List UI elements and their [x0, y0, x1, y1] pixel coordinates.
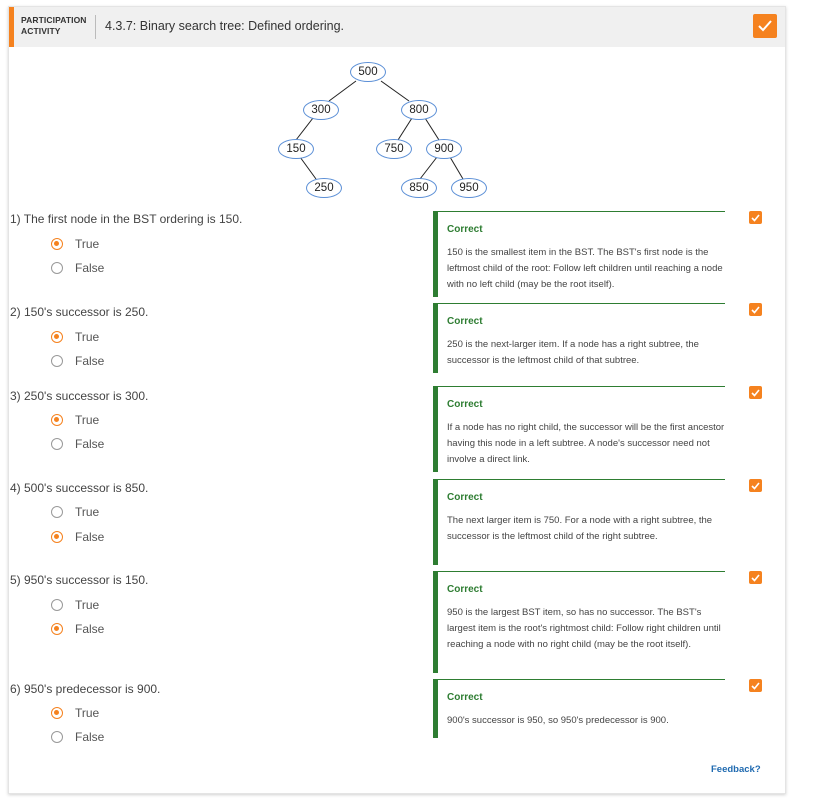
- feedback-text: 900's successor is 950, so 950's predece…: [447, 715, 669, 726]
- feedback-title: Correct: [447, 492, 483, 503]
- radio-button[interactable]: [51, 707, 63, 719]
- radio-button[interactable]: [51, 238, 63, 250]
- radio-button[interactable]: [51, 331, 63, 343]
- tree-node: 150: [278, 139, 314, 159]
- option-label: True: [75, 413, 100, 427]
- tree-node: 800: [401, 100, 437, 120]
- question-complete-check-icon: [749, 479, 762, 492]
- option-label: True: [75, 330, 100, 344]
- feedback-panel: Correct 150 is the smallest item in the …: [433, 211, 725, 297]
- question-label: 5) 950's successor is 150.: [10, 573, 149, 587]
- question-label: 3) 250's successor is 300.: [10, 389, 149, 403]
- radio-button[interactable]: [51, 506, 63, 518]
- feedback-panel: Correct If a node has no right child, th…: [433, 386, 725, 472]
- question-complete-check-icon: [749, 211, 762, 224]
- option-label: True: [75, 505, 100, 519]
- feedback-title: Correct: [447, 399, 483, 410]
- feedback-link[interactable]: Feedback?: [711, 764, 761, 775]
- option-label: True: [75, 706, 100, 720]
- question-complete-check-icon: [749, 679, 762, 692]
- tree-node: 250: [306, 178, 342, 198]
- radio-button[interactable]: [51, 355, 63, 367]
- question-label: 2) 150's successor is 250.: [10, 305, 149, 319]
- tree-node: 850: [401, 178, 437, 198]
- feedback-title: Correct: [447, 584, 483, 595]
- feedback-panel: Correct The next larger item is 750. For…: [433, 479, 725, 565]
- option-label: False: [75, 354, 105, 368]
- tree-node: 500: [350, 62, 386, 82]
- feedback-title: Correct: [447, 224, 483, 235]
- feedback-title: Correct: [447, 316, 483, 327]
- radio-button[interactable]: [51, 731, 63, 743]
- option-label: True: [75, 598, 100, 612]
- tree-node: 950: [451, 178, 487, 198]
- tree-node: 750: [376, 139, 412, 159]
- radio-button[interactable]: [51, 531, 63, 543]
- option-label: True: [75, 237, 100, 251]
- tree-node: 900: [426, 139, 462, 159]
- radio-button[interactable]: [51, 623, 63, 635]
- feedback-panel: Correct 950 is the largest BST item, so …: [433, 571, 725, 673]
- feedback-title: Correct: [447, 692, 483, 703]
- feedback-text: 950 is the largest BST item, so has no s…: [447, 607, 721, 650]
- option-label: False: [75, 530, 105, 544]
- tree-node: 300: [303, 100, 339, 120]
- radio-button[interactable]: [51, 262, 63, 274]
- feedback-panel: Correct 250 is the next-larger item. If …: [433, 303, 725, 373]
- feedback-text: 150 is the smallest item in the BST. The…: [447, 247, 723, 290]
- radio-button[interactable]: [51, 414, 63, 426]
- question-label: 4) 500's successor is 850.: [10, 481, 149, 495]
- question-label: 6) 950's predecessor is 900.: [10, 682, 161, 696]
- feedback-panel: Correct 900's successor is 950, so 950's…: [433, 679, 725, 738]
- radio-button[interactable]: [51, 438, 63, 450]
- question-complete-check-icon: [749, 571, 762, 584]
- option-label: False: [75, 730, 105, 744]
- option-label: False: [75, 261, 105, 275]
- question-label: 1) The first node in the BST ordering is…: [10, 212, 243, 226]
- feedback-text: 250 is the next-larger item. If a node h…: [447, 339, 699, 366]
- option-label: False: [75, 622, 105, 636]
- radio-button[interactable]: [51, 599, 63, 611]
- option-label: False: [75, 437, 105, 451]
- feedback-text: If a node has no right child, the succes…: [447, 422, 725, 465]
- question-complete-check-icon: [749, 303, 762, 316]
- feedback-text: The next larger item is 750. For a node …: [447, 515, 713, 542]
- question-complete-check-icon: [749, 386, 762, 399]
